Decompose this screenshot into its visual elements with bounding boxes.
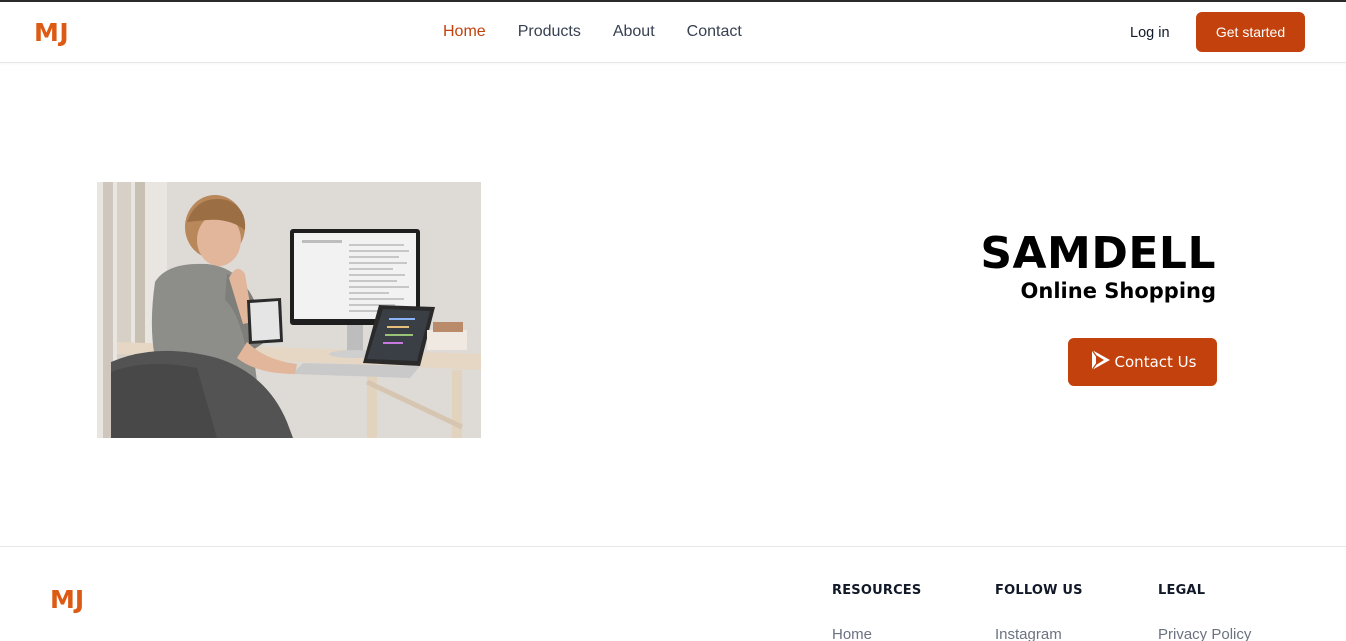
nav-home[interactable]: Home — [443, 23, 486, 41]
nav-contact[interactable]: Contact — [687, 23, 742, 41]
footer-link-instagram[interactable]: Instagram — [995, 626, 1083, 641]
site-footer: MJ RESOURCES Home FOLLOW US Instagram LE… — [0, 546, 1346, 641]
footer-col-follow: FOLLOW US Instagram — [995, 583, 1083, 641]
hero-title: SAMDELL — [980, 228, 1216, 279]
contact-us-button[interactable]: Contact Us — [1068, 338, 1217, 386]
get-started-button[interactable]: Get started — [1196, 12, 1305, 52]
footer-link-privacy[interactable]: Privacy Policy — [1158, 626, 1251, 641]
footer-heading-legal: LEGAL — [1158, 583, 1206, 598]
play-arrow-icon — [1089, 348, 1113, 376]
main-nav: Home Products About Contact — [443, 23, 742, 41]
login-link[interactable]: Log in — [1130, 25, 1170, 41]
footer-col-legal: LEGAL Privacy Policy — [1158, 583, 1251, 641]
footer-heading-resources: RESOURCES — [832, 583, 922, 598]
hero-photo — [97, 182, 481, 438]
footer-logo[interactable]: MJ — [50, 585, 84, 614]
footer-heading-follow: FOLLOW US — [995, 583, 1083, 598]
site-header: MJ Home Products About Contact Log in Ge… — [0, 2, 1346, 63]
hero-subtitle: Online Shopping — [1020, 279, 1216, 303]
footer-col-resources: RESOURCES Home — [832, 583, 921, 641]
contact-us-label: Contact Us — [1114, 353, 1197, 371]
hero-text: SAMDELL Online Shopping — [980, 228, 1216, 304]
footer-link-home[interactable]: Home — [832, 626, 921, 641]
nav-products[interactable]: Products — [518, 23, 581, 41]
nav-about[interactable]: About — [613, 23, 655, 41]
brand-logo[interactable]: MJ — [34, 18, 69, 47]
